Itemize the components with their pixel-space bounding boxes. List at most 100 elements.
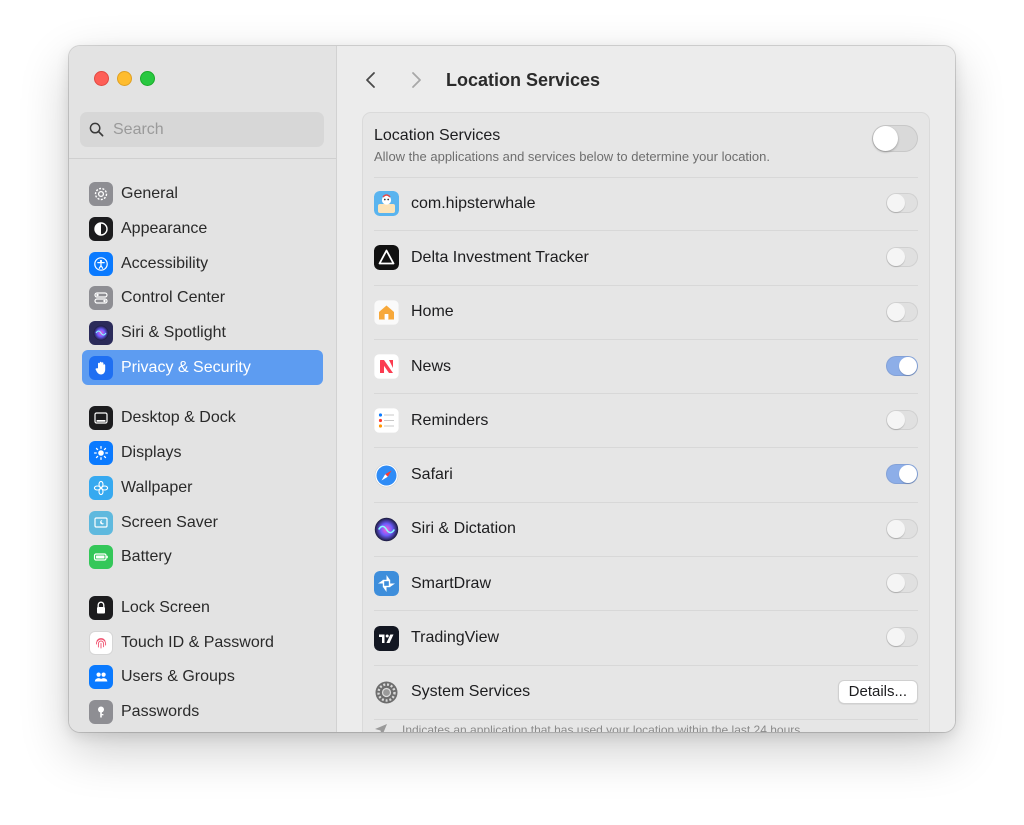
app-name: News <box>411 357 452 375</box>
safari-icon <box>374 463 399 488</box>
location-toggle-news[interactable] <box>886 355 918 376</box>
app-row-delta: Delta Investment Tracker <box>374 231 918 286</box>
siri-icon <box>374 517 399 542</box>
toggle-knob <box>887 628 905 647</box>
sidebar-item-users-groups[interactable]: Users & Groups <box>82 660 323 695</box>
zoom-window-button[interactable] <box>140 71 155 86</box>
sidebar-item-passwords[interactable]: Passwords <box>82 695 323 730</box>
chevron-right-icon <box>412 72 421 88</box>
toggle-knob <box>899 465 917 484</box>
sidebar: General Appearance Accessibility Control Ce… <box>69 46 337 732</box>
toggle-knob <box>887 248 905 267</box>
siri-icon <box>89 321 113 346</box>
toggle-knob <box>887 194 905 212</box>
sidebar-item-label: Touch ID & Password <box>121 633 274 651</box>
chevron-left-icon <box>366 72 375 88</box>
accessibility-icon <box>89 251 113 276</box>
sidebar-item-lock-screen[interactable]: Lock Screen <box>82 591 323 626</box>
sidebar-item-screen-saver[interactable]: Screen Saver <box>82 505 323 540</box>
hand-icon <box>89 355 113 380</box>
sidebar-item-label: Siri & Spotlight <box>121 324 226 342</box>
app-name: Siri & Dictation <box>411 520 516 538</box>
toggle-knob <box>887 574 905 593</box>
sidebar-item-desktop-dock[interactable]: Desktop & Dock <box>82 401 323 436</box>
location-toggle-tradingview[interactable] <box>886 627 918 648</box>
sidebar-item-label: Displays <box>121 444 182 462</box>
close-window-button[interactable] <box>94 71 109 86</box>
minimize-window-button[interactable] <box>117 71 132 86</box>
sidebar-item-touch-id[interactable]: Touch ID & Password <box>82 625 323 660</box>
sidebar-item-displays[interactable]: Displays <box>82 436 323 471</box>
delta-icon <box>374 245 399 271</box>
location-toggle-home[interactable] <box>886 301 918 322</box>
sidebar-nav: General Appearance Accessibility Control Ce… <box>82 177 323 729</box>
app-name: Reminders <box>411 411 489 429</box>
system-services-icon <box>374 680 399 705</box>
sidebar-item-label: Lock Screen <box>121 598 210 616</box>
home-icon <box>374 299 399 325</box>
location-toggle-hipsterwhale[interactable] <box>886 193 918 213</box>
toggle-knob <box>873 126 898 151</box>
sidebar-item-label: Screen Saver <box>121 513 218 531</box>
location-toggle-smartdraw[interactable] <box>886 573 918 594</box>
details-button[interactable]: Details... <box>837 679 918 704</box>
flower-icon <box>89 475 113 500</box>
search-input[interactable] <box>113 120 313 139</box>
sidebar-item-wallpaper[interactable]: Wallpaper <box>82 471 323 506</box>
location-arrow-icon <box>375 724 387 732</box>
sidebar-item-label: Users & Groups <box>121 668 235 686</box>
window-controls <box>94 71 155 86</box>
tradingview-icon <box>374 625 399 651</box>
app-row-siri-dictation: Siri & Dictation <box>374 503 918 558</box>
location-toggle-siri-dictation[interactable] <box>886 518 918 539</box>
news-icon <box>374 354 399 380</box>
hipsterwhale-icon <box>374 191 399 217</box>
reminders-icon <box>374 408 399 434</box>
page-title: Location Services <box>446 70 601 90</box>
location-services-subtitle: Allow the applications and services belo… <box>374 149 770 164</box>
toggle-knob <box>899 356 917 375</box>
toggle-knob <box>887 411 905 430</box>
smartdraw-icon <box>374 571 399 597</box>
key-icon <box>89 699 113 724</box>
appearance-icon <box>89 217 113 242</box>
back-button[interactable] <box>359 68 383 92</box>
main-pane: Location Services Location Services Allo… <box>337 46 955 732</box>
sidebar-item-label: Wallpaper <box>121 478 193 496</box>
sidebar-item-general[interactable]: General <box>82 177 323 212</box>
location-toggle-safari[interactable] <box>886 464 918 485</box>
app-row-smartdraw: SmartDraw <box>374 557 918 612</box>
location-services-header: Location Services Allow the applications… <box>374 125 918 178</box>
location-services-panel: Location Services Allow the applications… <box>362 112 930 732</box>
app-row-safari: Safari <box>374 448 918 503</box>
users-icon <box>89 665 113 690</box>
system-services-row: System Services Details... <box>374 666 918 720</box>
forward-button[interactable] <box>404 68 428 92</box>
lock-icon <box>89 595 113 620</box>
search-box[interactable] <box>80 112 324 147</box>
settings-window: General Appearance Accessibility Control Ce… <box>69 46 955 732</box>
sidebar-divider <box>69 158 336 159</box>
location-toggle-reminders[interactable] <box>886 410 918 431</box>
sidebar-item-appearance[interactable]: Appearance <box>82 212 323 247</box>
sidebar-item-privacy-security[interactable]: Privacy & Security <box>82 350 323 386</box>
location-toggle-delta[interactable] <box>886 247 918 268</box>
sidebar-item-label: General <box>121 185 178 203</box>
footnote: Indicates an application that has used y… <box>374 723 929 732</box>
sidebar-item-label: Battery <box>121 548 172 566</box>
app-name: Safari <box>411 466 453 484</box>
sidebar-item-accessibility[interactable]: Accessibility <box>82 246 323 281</box>
sidebar-item-label: Privacy & Security <box>121 358 251 376</box>
control-center-icon <box>89 286 113 311</box>
toggle-knob <box>887 302 905 321</box>
sidebar-item-battery[interactable]: Battery <box>82 540 323 575</box>
location-services-title: Location Services <box>374 127 501 144</box>
sidebar-item-siri-spotlight[interactable]: Siri & Spotlight <box>82 316 323 351</box>
location-services-toggle[interactable] <box>872 125 918 152</box>
sidebar-item-control-center[interactable]: Control Center <box>82 281 323 316</box>
dock-icon <box>89 406 113 431</box>
sidebar-item-label: Passwords <box>121 702 200 720</box>
app-name: com.hipsterwhale <box>411 194 536 212</box>
screen-saver-icon <box>89 510 113 535</box>
app-row-reminders: Reminders <box>374 394 918 449</box>
